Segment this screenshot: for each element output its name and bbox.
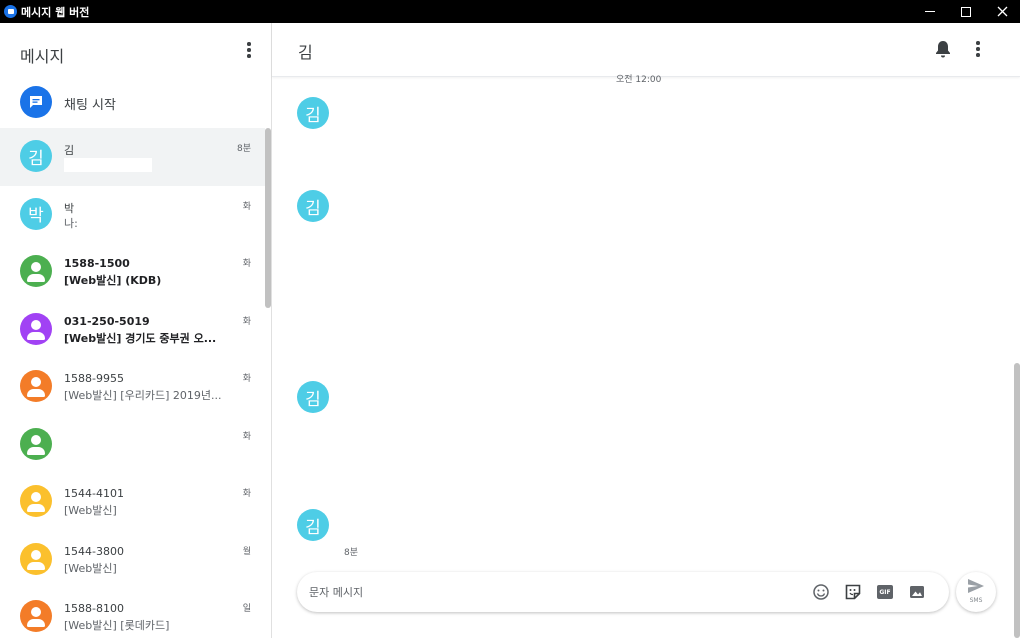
conversation-title: 김: [298, 43, 313, 62]
conversation-list: 김 김 8분 박 박 나: 화 1588-1500 [Web발신] (KDB) 화 031-250-…: [0, 128, 265, 638]
contact-person-icon: [20, 370, 52, 402]
message-sender-avatar: 김: [297, 190, 329, 222]
conversation-snippet: [Web발신] (KDB): [64, 274, 162, 287]
conversation-time: 화: [242, 201, 251, 212]
window-title: 메시지 웹 버전: [21, 5, 90, 19]
conversation-item[interactable]: 김 김 8분: [0, 128, 265, 186]
conversation-name: 김: [64, 144, 75, 157]
conversation-item[interactable]: 화: [0, 416, 265, 474]
message-list: 오전 12:00 8분 김김김김: [272, 75, 1012, 577]
close-icon: [997, 6, 1007, 17]
conversation-time: 화: [242, 431, 251, 442]
conversation-sidebar: 메시지 채팅 시작 김 김 8분 박 박 나: 화 1588-1500 [Web발신] (KDB…: [0, 23, 272, 638]
conversation-name: 박: [64, 201, 75, 215]
conversation-snippet: [Web발신] 경기도 중부권 오...: [64, 331, 217, 345]
notifications-bell-icon[interactable]: [934, 39, 952, 59]
conversation-item[interactable]: 1588-1500 [Web발신] (KDB) 화: [0, 243, 265, 301]
image-icon[interactable]: [907, 582, 927, 602]
chat-bubble-icon: [20, 86, 52, 118]
conversation-snippet: 나:: [64, 216, 78, 230]
conversation-name: 1544-3800: [64, 544, 124, 558]
message-timestamp: 8분: [344, 548, 359, 558]
start-chat-label: 채팅 시작: [64, 98, 116, 113]
conversation-time: 8분: [236, 144, 251, 154]
conversation-item[interactable]: 1544-4101 [Web발신] 화: [0, 473, 265, 531]
redacted-snippet: [64, 158, 152, 172]
gif-icon[interactable]: GIF: [875, 582, 895, 602]
conversation-time: 화: [242, 374, 251, 384]
sidebar-scrollbar[interactable]: [265, 128, 271, 308]
send-label: SMS: [969, 597, 983, 604]
conversation-item[interactable]: 1588-8100 [Web발신] [롯데카드] 일: [0, 588, 265, 638]
minimize-button[interactable]: [912, 0, 948, 23]
sidebar-more-options-icon[interactable]: [239, 40, 259, 60]
conversation-time: 화: [242, 316, 251, 327]
contact-person-icon: [20, 600, 52, 632]
message-scrollbar[interactable]: [1014, 363, 1020, 638]
messages-window: 메시지 웹 버전 메시지 채팅 시작 김 김 8분 박 박 나: 화 1588-1500 [We…: [0, 0, 1020, 638]
message-sender-avatar: 김: [297, 509, 329, 541]
conversation-item[interactable]: 031-250-5019 [Web발신] 경기도 중부권 오... 화: [0, 301, 265, 359]
conversation-time: 화: [242, 489, 251, 499]
conversation-snippet: [Web발신]: [64, 561, 117, 575]
conversation-item[interactable]: 1544-3800 [Web발신] 월: [0, 531, 265, 589]
conversation-time: 월: [242, 546, 251, 557]
sidebar-header: 메시지: [0, 23, 271, 79]
app-icon: [4, 5, 17, 18]
window-controls: [912, 0, 1020, 23]
title-bar: 메시지 웹 버전: [0, 0, 1020, 23]
conversation-time: 화: [242, 259, 251, 269]
contact-person-icon: [20, 312, 52, 345]
sidebar-title: 메시지: [20, 47, 65, 66]
contact-person-icon: [20, 255, 52, 287]
conversation-time: 일: [242, 604, 251, 614]
maximize-button[interactable]: [948, 0, 984, 23]
contact-person-icon: [20, 542, 52, 575]
conversation-header: 김: [272, 23, 1020, 77]
contact-person-icon: [20, 427, 52, 460]
conversation-item[interactable]: 1588-9955 [Web발신] [우리카드] 2019년... 화: [0, 358, 265, 416]
conversation-more-options-icon[interactable]: [968, 39, 988, 59]
conversation-name: 1588-1500: [64, 257, 130, 270]
send-sms-button[interactable]: SMS: [956, 572, 996, 612]
conversation-name: 1544-4101: [64, 487, 124, 500]
message-sender-avatar: 김: [297, 381, 329, 413]
sticker-icon[interactable]: [843, 582, 863, 602]
message-input[interactable]: [309, 582, 789, 602]
conversation-name: 1588-9955: [64, 372, 124, 385]
close-button[interactable]: [984, 0, 1020, 23]
emoji-icon[interactable]: [811, 582, 831, 602]
conversation-snippet: [Web발신] [우리카드] 2019년...: [64, 389, 222, 402]
conversation-item[interactable]: 박 박 나: 화: [0, 186, 265, 244]
message-composer: GIF: [297, 572, 949, 612]
contact-person-icon: [20, 485, 52, 517]
conversation-pane: 김 오전 12:00 8분 김김김김 GIF SMS: [272, 23, 1020, 638]
conversation-snippet: [Web발신] [롯데카드]: [64, 619, 170, 632]
message-sender-avatar: 김: [297, 97, 329, 129]
send-icon: [968, 579, 984, 593]
contact-avatar: 김: [20, 140, 52, 172]
conversation-name: 031-250-5019: [64, 314, 150, 328]
start-chat-button[interactable]: 채팅 시작: [0, 83, 271, 123]
date-separator: 오전 12:00: [616, 75, 662, 85]
gif-label: GIF: [877, 585, 893, 599]
conversation-snippet: [Web발신]: [64, 504, 117, 517]
contact-avatar: 박: [20, 197, 52, 230]
conversation-name: 1588-8100: [64, 602, 124, 615]
